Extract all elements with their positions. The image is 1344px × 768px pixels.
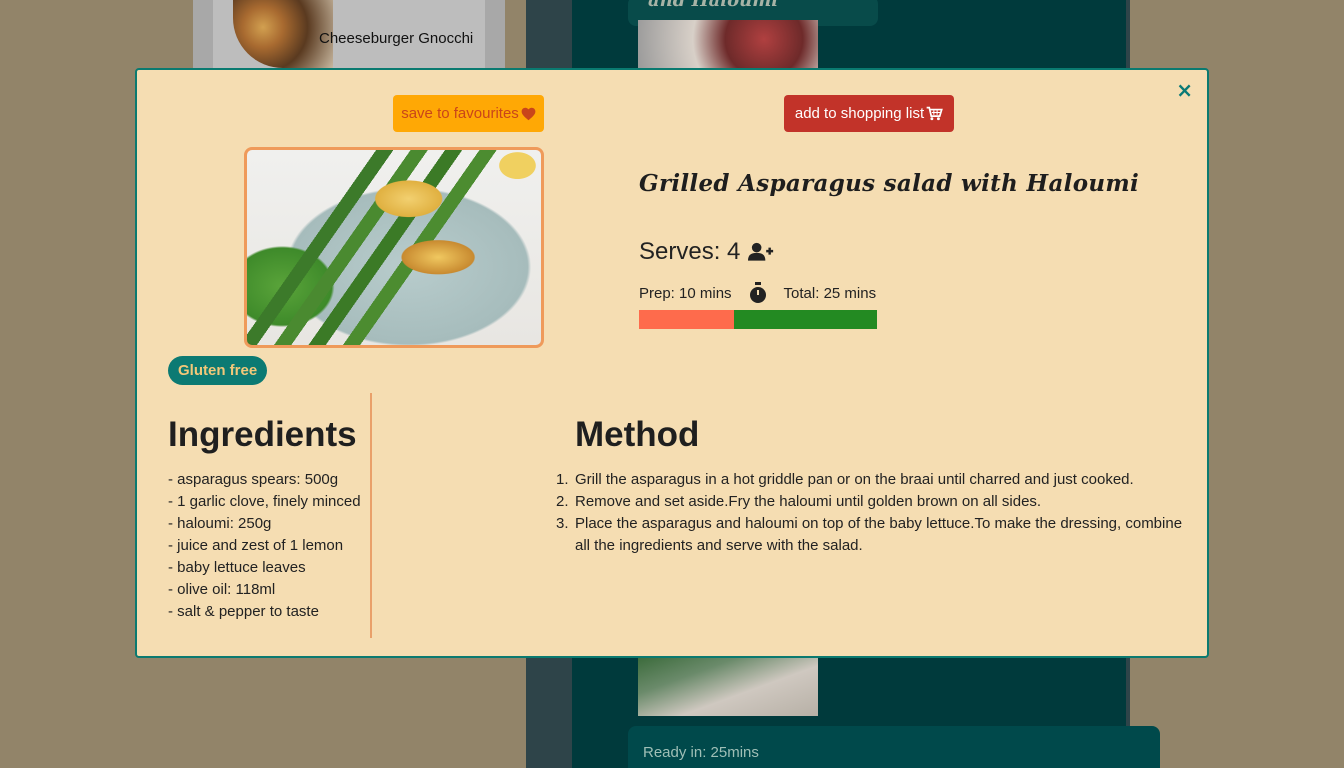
total-time-label: Total: 25 mins	[783, 284, 877, 302]
method-step-text: Remove and set aside.Fry the haloumi unt…	[575, 493, 1042, 510]
gluten-free-badge: Gluten free	[168, 356, 268, 385]
method-step: 1. Grill the asparagus in a hot griddle p…	[556, 469, 1195, 491]
heart-icon	[521, 107, 536, 120]
method-step-number: 2.	[556, 493, 569, 510]
save-to-favourites-label: save to favourites	[401, 105, 519, 122]
background-card-body: Cheeseburger Gnocchi	[213, 0, 485, 72]
method-step-number: 1.	[556, 471, 569, 488]
ingredient-item: - olive oil: 118ml	[168, 581, 276, 598]
method-step-text: Place the asparagus and haloumi on top o…	[575, 515, 1183, 554]
time-progress-bar	[639, 310, 877, 329]
stopwatch-icon	[749, 282, 766, 303]
ingredient-item: - salt & pepper to taste	[168, 603, 319, 620]
prep-time-label: Prep: 10 mins	[639, 284, 732, 302]
method-step: 2. Remove and set aside.Fry the haloumi u…	[556, 491, 1195, 513]
ingredient-item: - baby lettuce leaves	[168, 559, 306, 576]
save-to-favourites-button[interactable]: save to favourites	[393, 95, 544, 132]
method-step-text: Grill the asparagus in a hot griddle pan…	[575, 471, 1134, 488]
method-step-number: 3.	[556, 515, 569, 532]
method-heading: Method	[575, 415, 700, 454]
add-to-shopping-list-button[interactable]: add to shopping list	[784, 95, 954, 132]
add-to-shopping-list-label: add to shopping list	[794, 105, 925, 122]
recipe-image	[244, 147, 544, 348]
user-plus-icon	[748, 242, 774, 261]
ingredients-heading: Ingredients	[168, 415, 357, 454]
ingredient-item: - 1 garlic clove, finely minced	[168, 493, 361, 510]
cart-icon	[926, 106, 943, 121]
close-icon[interactable]: ×	[1176, 78, 1193, 102]
serves-label: Serves: 4	[639, 238, 741, 265]
background-ready-text: Ready in: 25mins	[643, 744, 759, 761]
background-recipe-title: Cheeseburger Gnocchi	[319, 30, 474, 47]
background-recipe-image	[638, 656, 818, 716]
serves-row: Serves: 4	[639, 238, 774, 266]
background-recipe-image	[233, 0, 333, 68]
recipe-title: Grilled Asparagus salad with Haloumi	[639, 170, 1140, 197]
method-list: 1. Grill the asparagus in a hot griddle p…	[556, 469, 1195, 557]
background-card-title: and Haloumi	[648, 0, 779, 11]
section-divider	[370, 393, 372, 638]
prep-time-bar	[639, 310, 735, 329]
background-ready-bar: Ready in: 25mins	[628, 726, 1160, 768]
ingredients-list: - asparagus spears: 500g - 1 garlic clov…	[168, 469, 361, 623]
ingredient-item: - asparagus spears: 500g	[168, 471, 339, 488]
ingredient-item: - juice and zest of 1 lemon	[168, 537, 344, 554]
time-row: Prep: 10 mins Total: 25 mins	[639, 282, 876, 304]
background-recipe-card-left[interactable]: Cheeseburger Gnocchi	[193, 0, 505, 72]
background-recipe-image	[638, 20, 818, 68]
ingredient-item: - haloumi: 250g	[168, 515, 272, 532]
method-step: 3. Place the asparagus and haloumi on top…	[556, 513, 1195, 557]
recipe-modal: × save to favourites add to shopping lis…	[135, 68, 1209, 658]
cook-time-bar	[734, 310, 877, 329]
